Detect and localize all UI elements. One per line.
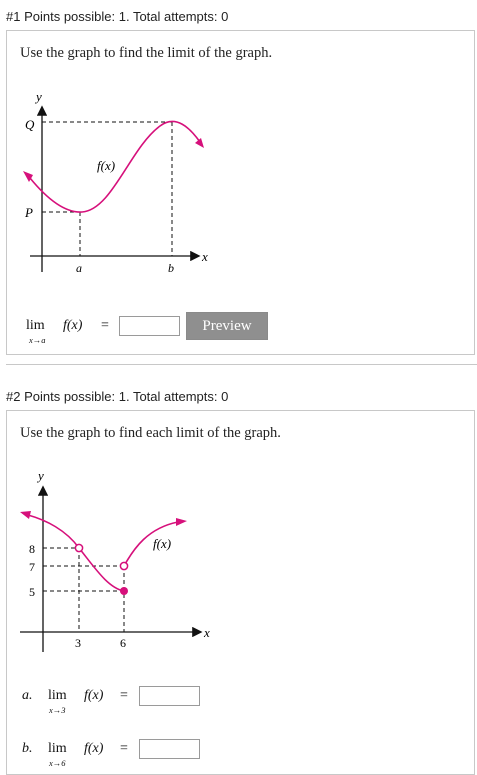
q2-curve-arrow-left <box>20 511 31 519</box>
q2b-expr: f(x) <box>84 741 103 757</box>
q2-tick-5: 5 <box>29 585 35 599</box>
q2a-letter-text: a. <box>22 688 33 703</box>
q2a-answer-input[interactable] <box>139 686 200 706</box>
q2b-expr-text: f(x) <box>84 741 104 756</box>
q2-tick-3: 3 <box>75 636 81 650</box>
q2-curve-left <box>27 514 80 549</box>
q2b-lim-sub: x→6 <box>49 758 66 768</box>
q2-curve-middle <box>78 547 125 592</box>
q2b-equals: = <box>120 741 128 756</box>
q2a-expr: f(x) <box>84 688 103 704</box>
q2b-letter-text: b. <box>22 741 33 756</box>
q2b-lim: lim <box>48 741 67 756</box>
q2-tick-7: 7 <box>29 560 35 574</box>
q2-open-point-3 <box>74 543 84 553</box>
q2a-lim-sub: x→3 <box>49 705 66 715</box>
q2-label-x: x <box>203 625 210 640</box>
q2a-equals: = <box>120 688 128 703</box>
q2-closed-point-6 <box>120 587 128 595</box>
q2-open-point-6 <box>119 561 129 571</box>
q2-tick-6: 6 <box>120 636 126 650</box>
q2-label-y: y <box>36 468 44 483</box>
q2a-expr-text: f(x) <box>84 688 104 703</box>
q2a-letter: a. <box>22 688 33 704</box>
q2b-letter: b. <box>22 741 33 757</box>
q2a-lim: lim <box>48 688 67 703</box>
q2b-answer-input[interactable] <box>139 739 200 759</box>
q2-graph: y x 8 7 5 3 6 f(x) <box>20 468 210 652</box>
q2-curve-label: f(x) <box>153 536 171 551</box>
q2-tick-8: 8 <box>29 542 35 556</box>
q2-curve-arrow-right <box>176 518 187 526</box>
